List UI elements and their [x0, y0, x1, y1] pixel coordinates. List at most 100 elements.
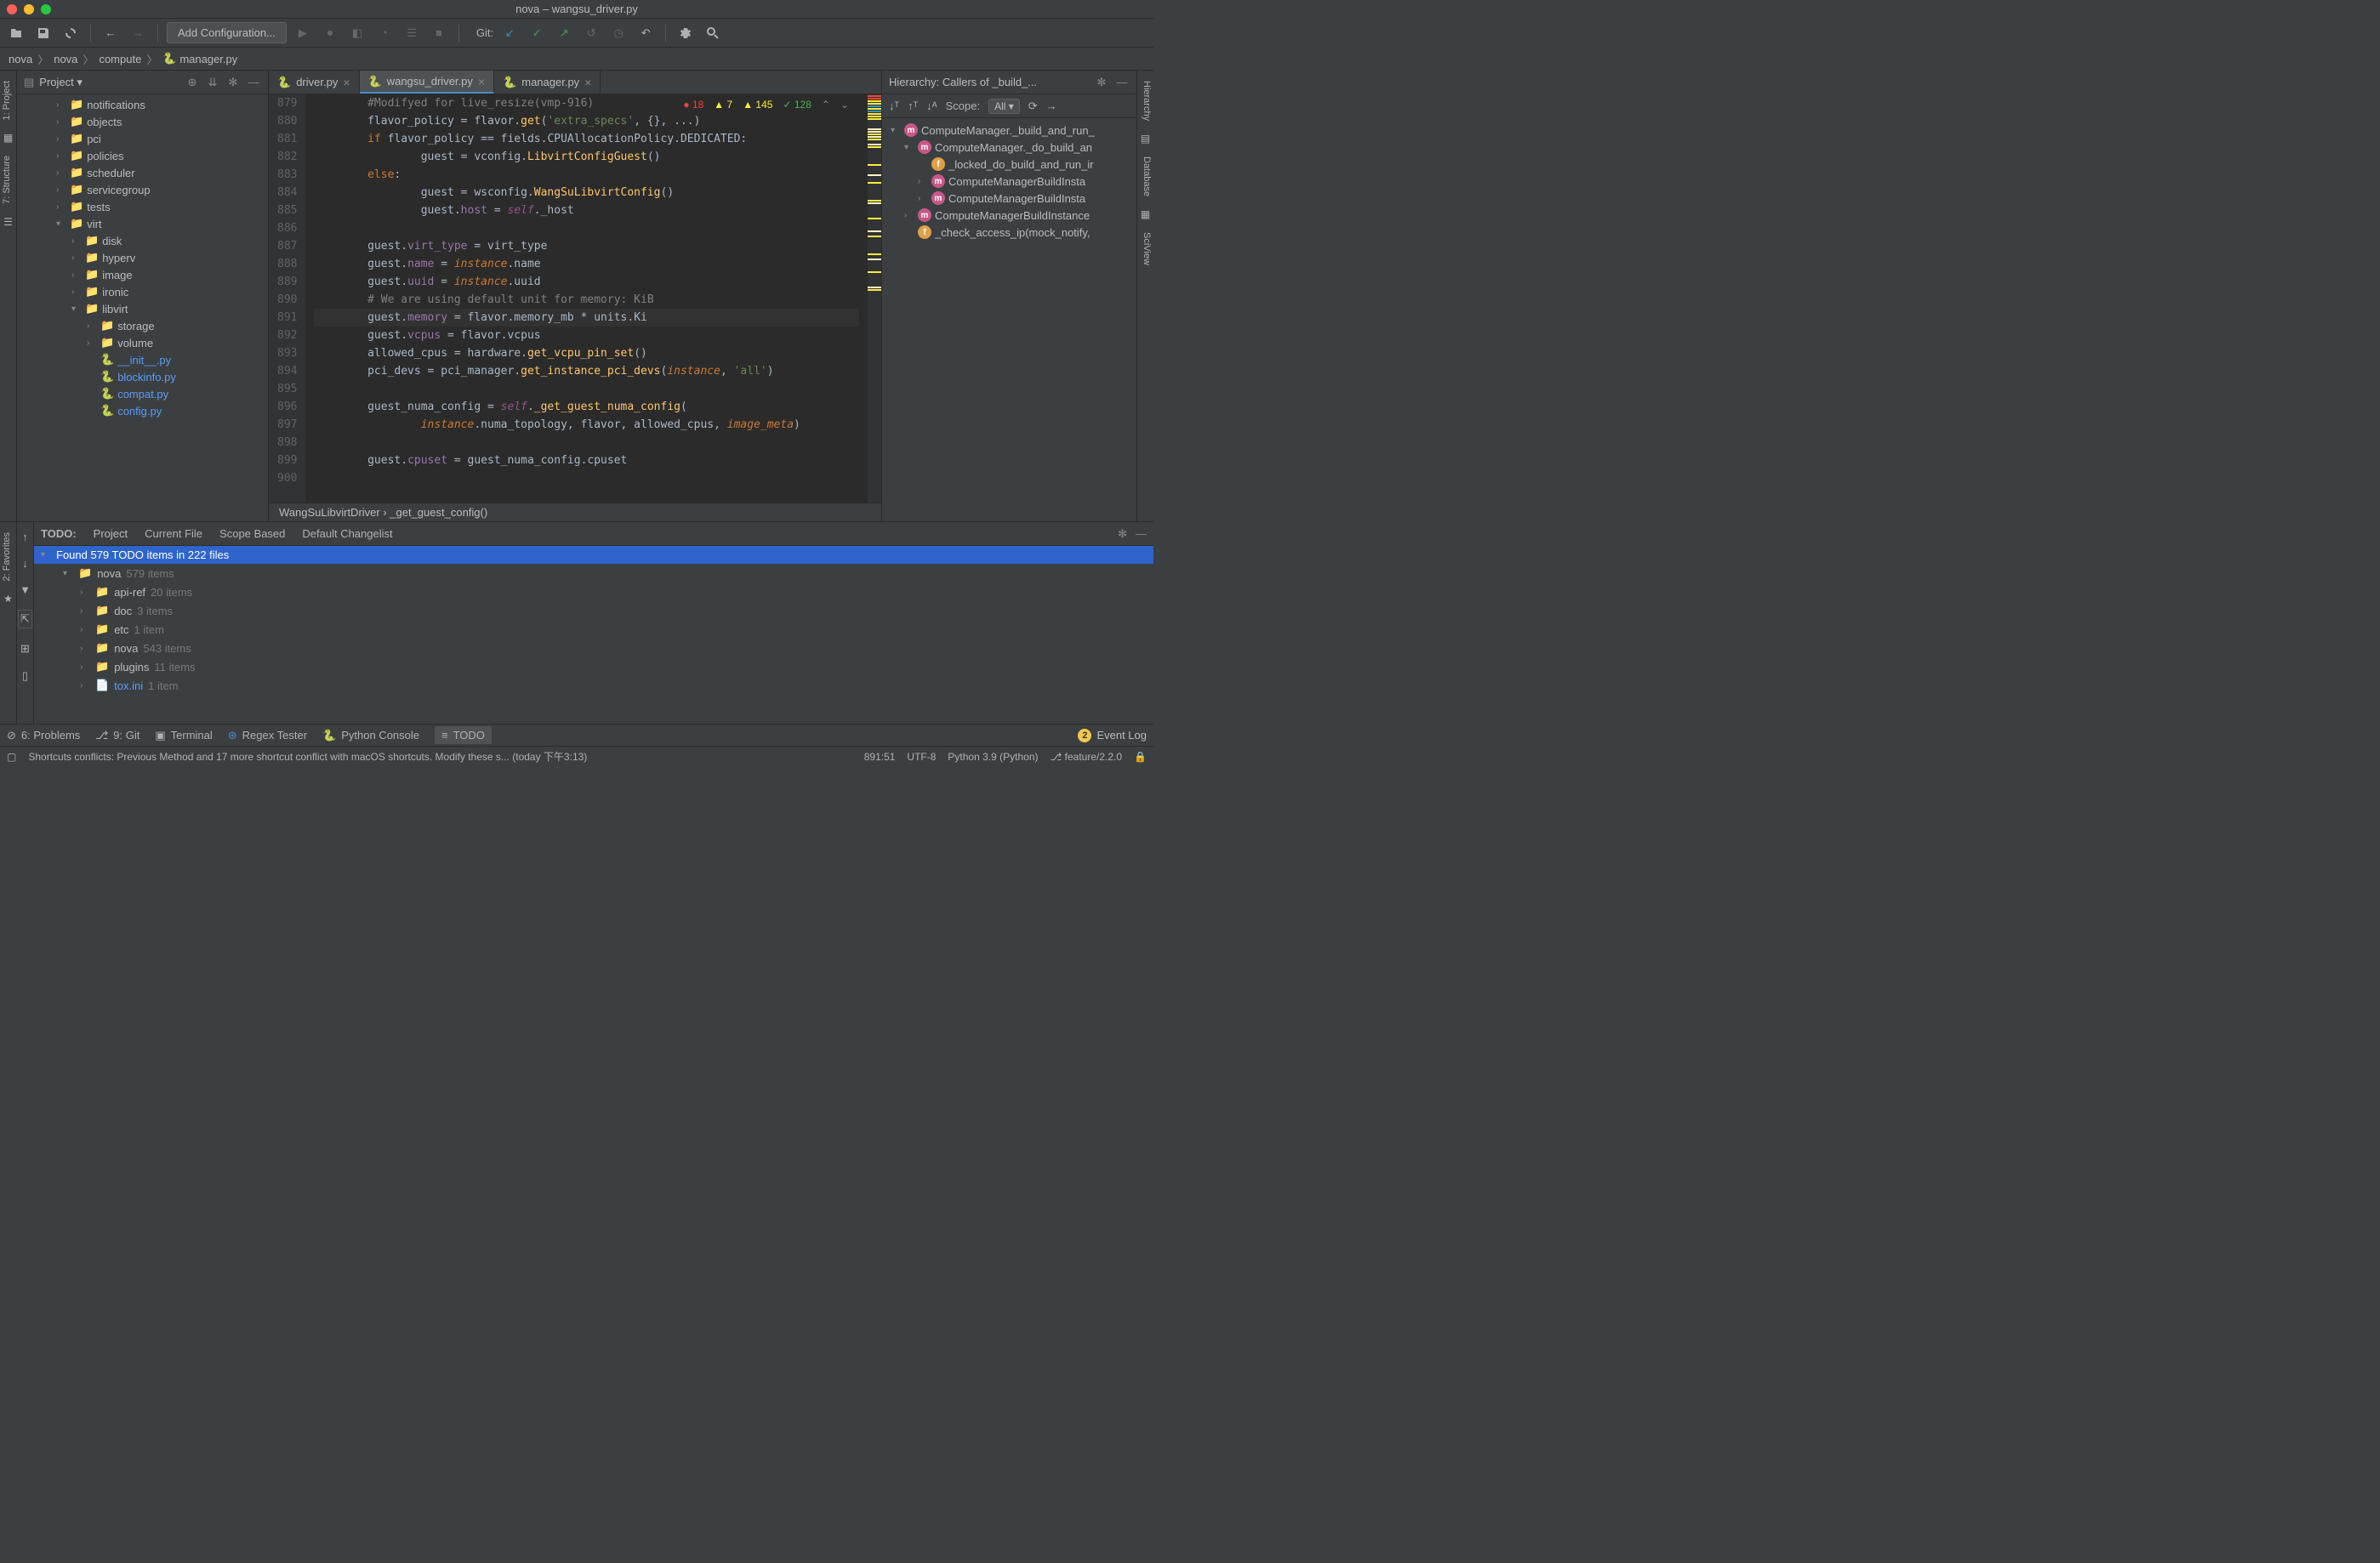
favorites-star-icon[interactable]: ★: [0, 588, 16, 610]
profile-icon[interactable]: ◔: [373, 22, 396, 44]
todo-tab[interactable]: ≡TODO: [435, 726, 492, 744]
encoding[interactable]: UTF-8: [907, 751, 936, 763]
run-icon[interactable]: ▶: [292, 22, 314, 44]
chevron-icon[interactable]: ▾: [904, 143, 914, 152]
project-tree[interactable]: ›📁notifications›📁objects›📁pci›📁policies›…: [17, 94, 268, 521]
todo-tab-scope[interactable]: Scope Based: [219, 524, 285, 543]
tree-item[interactable]: 🐍config.py: [17, 402, 268, 419]
autoscroll-icon[interactable]: →: [1046, 99, 1057, 112]
tree-item[interactable]: ›📁objects: [17, 113, 268, 130]
todo-tab-changelist[interactable]: Default Changelist: [302, 524, 392, 543]
error-badge[interactable]: ● 18: [683, 99, 703, 111]
tree-item[interactable]: 🐍__init__.py: [17, 351, 268, 368]
stop-icon[interactable]: ■: [428, 22, 450, 44]
python-console-tab[interactable]: 🐍Python Console: [322, 729, 419, 742]
caret-position[interactable]: 891:51: [864, 751, 896, 763]
weak-warning-badge[interactable]: ▲ 7: [714, 99, 732, 111]
todo-tree-item[interactable]: ›📁etc 1 item: [34, 620, 1153, 639]
todo-tree[interactable]: ▾Found 579 TODO items in 222 files▾📁nova…: [34, 546, 1153, 724]
warning-badge[interactable]: ▲ 145: [743, 99, 772, 111]
tree-item[interactable]: ›📁scheduler: [17, 164, 268, 181]
tree-item[interactable]: ▾📁libvirt: [17, 300, 268, 317]
chevron-icon[interactable]: ›: [918, 194, 928, 203]
lock-icon[interactable]: 🔒: [1134, 751, 1147, 763]
tree-item[interactable]: 🐍compat.py: [17, 385, 268, 402]
chevron-icon[interactable]: ›: [87, 321, 97, 331]
search-icon[interactable]: [702, 22, 724, 44]
sync-icon[interactable]: [60, 22, 82, 44]
hierarchy-item[interactable]: f_locked_do_build_and_run_ir: [882, 156, 1136, 173]
editor-tab[interactable]: 🐍driver.py×: [269, 71, 360, 94]
chevron-icon[interactable]: ›: [56, 151, 66, 161]
refresh-icon[interactable]: ⟳: [1028, 99, 1038, 113]
sciview-tool-tab[interactable]: SciView: [1137, 225, 1153, 272]
tree-item[interactable]: 🐍blockinfo.py: [17, 368, 268, 385]
project-panel-title[interactable]: Project ▾: [39, 76, 179, 89]
chevron-icon[interactable]: ▾: [56, 219, 66, 229]
close-tab-icon[interactable]: ×: [343, 76, 350, 89]
prev-icon[interactable]: ↑: [22, 531, 28, 543]
chevron-icon[interactable]: ›: [80, 588, 90, 597]
tree-item[interactable]: ›📁servicegroup: [17, 181, 268, 198]
coverage-icon[interactable]: ◧: [346, 22, 368, 44]
add-configuration-button[interactable]: Add Configuration...: [167, 22, 287, 43]
filter-icon[interactable]: ▼: [20, 583, 31, 596]
next-icon[interactable]: ↓: [22, 557, 28, 570]
code-content[interactable]: #Modifyed for live_resize(vmp-916) flavo…: [305, 94, 868, 503]
editor-tab[interactable]: 🐍wangsu_driver.py×: [360, 71, 495, 94]
nav-up-icon[interactable]: ⌃: [822, 99, 830, 111]
chevron-icon[interactable]: ›: [56, 100, 66, 110]
git-tab[interactable]: ⎇9: Git: [95, 729, 139, 742]
hierarchy-tree[interactable]: ▾mComputeManager._build_and_run_▾mComput…: [882, 118, 1136, 521]
breadcrumb-item[interactable]: nova: [54, 53, 77, 65]
chevron-icon[interactable]: ▾: [41, 550, 51, 560]
code-editor[interactable]: 8798808818828838848858868878888898908918…: [269, 94, 881, 503]
caller-icon[interactable]: ↑ᵀ: [908, 99, 918, 112]
editor-inspection-widget[interactable]: ● 18 ▲ 7 ▲ 145 ✓ 128 ⌃ ⌄: [675, 96, 857, 113]
problems-tab[interactable]: ⊘6: Problems: [7, 729, 80, 742]
undo-icon[interactable]: ↶: [635, 22, 657, 44]
tree-item[interactable]: ›📁hyperv: [17, 249, 268, 266]
git-history-icon[interactable]: ↺: [580, 22, 602, 44]
chevron-icon[interactable]: ›: [80, 681, 90, 691]
todo-tree-item[interactable]: ›📁api-ref 20 items: [34, 583, 1153, 601]
chevron-icon[interactable]: ›: [80, 644, 90, 653]
chevron-icon[interactable]: ›: [80, 606, 90, 616]
breadcrumb-item[interactable]: nova: [9, 53, 32, 65]
todo-tree-item[interactable]: ›📄tox.ini 1 item: [34, 676, 1153, 695]
regex-tab[interactable]: ⊛Regex Tester: [228, 729, 307, 742]
chevron-icon[interactable]: ›: [87, 338, 97, 348]
chevron-icon[interactable]: ›: [80, 625, 90, 634]
concurrency-icon[interactable]: ☰: [401, 22, 423, 44]
hide-icon[interactable]: —: [1136, 527, 1147, 541]
preview-icon[interactable]: ▯: [22, 669, 28, 683]
close-tab-icon[interactable]: ×: [584, 76, 591, 89]
event-log-button[interactable]: 2 Event Log: [1078, 729, 1147, 742]
close-window-button[interactable]: [7, 4, 17, 14]
tree-item[interactable]: ›📁notifications: [17, 96, 268, 113]
tree-item[interactable]: ›📁pci: [17, 130, 268, 147]
debug-icon[interactable]: [319, 22, 341, 44]
callee-icon[interactable]: ↓ᵀ: [889, 99, 899, 112]
ok-badge[interactable]: ✓ 128: [783, 99, 811, 111]
status-message[interactable]: Shortcuts conflicts: Previous Method and…: [28, 749, 851, 764]
locate-icon[interactable]: ⊕: [185, 76, 200, 89]
open-icon[interactable]: [5, 22, 27, 44]
todo-tree-item[interactable]: ›📁doc 3 items: [34, 601, 1153, 620]
settings-icon[interactable]: ✻: [1094, 76, 1109, 89]
sort-icon[interactable]: ↓ᴬ: [926, 99, 937, 112]
tree-item[interactable]: ›📁volume: [17, 334, 268, 351]
chevron-icon[interactable]: ›: [918, 177, 928, 186]
editor-breadcrumb[interactable]: WangSuLibvirtDriver › _get_guest_config(…: [269, 503, 881, 521]
hierarchy-tool-tab[interactable]: Hierarchy: [1137, 74, 1153, 128]
ide-settings-icon[interactable]: [675, 22, 697, 44]
git-push-icon[interactable]: ↗: [553, 22, 575, 44]
tool-windows-icon[interactable]: ▢: [7, 751, 16, 763]
git-update-icon[interactable]: ↙: [498, 22, 521, 44]
error-stripe[interactable]: [868, 94, 881, 503]
line-gutter[interactable]: 8798808818828838848858868878888898908918…: [269, 94, 305, 503]
back-icon[interactable]: ←: [100, 22, 122, 44]
database-tool-icon[interactable]: ▤: [1137, 128, 1153, 150]
settings-icon[interactable]: ✻: [1118, 527, 1127, 541]
tree-item[interactable]: ▾📁virt: [17, 215, 268, 232]
